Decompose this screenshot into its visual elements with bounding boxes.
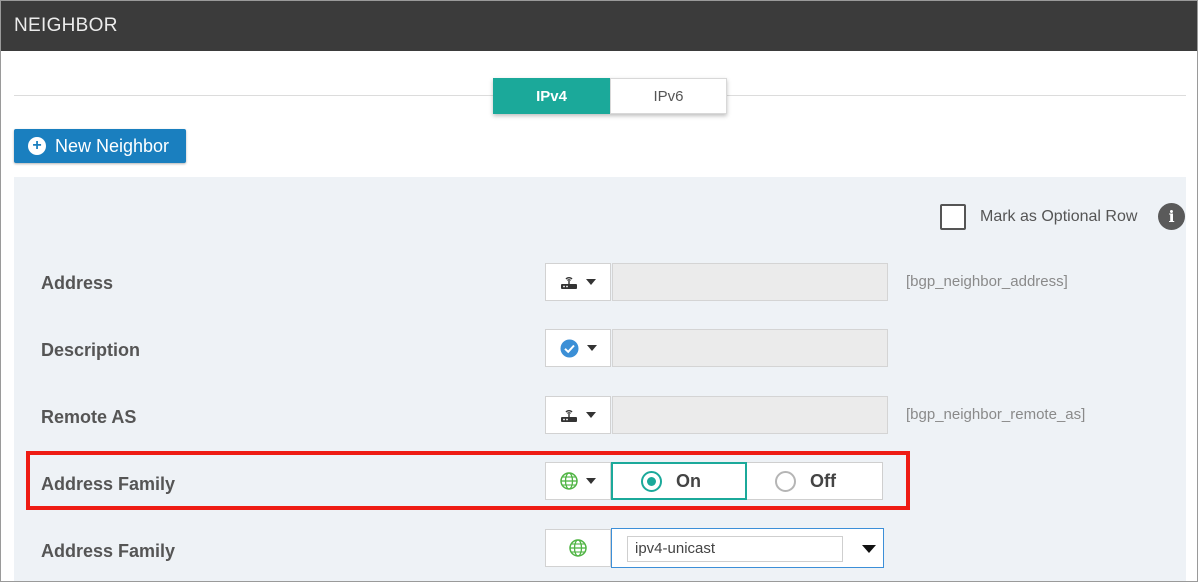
- caret-down-icon: [862, 545, 876, 553]
- tab-ipv6[interactable]: IPv6: [610, 78, 727, 114]
- tab-ipv4[interactable]: IPv4: [493, 78, 610, 114]
- remote-as-input[interactable]: [612, 396, 888, 434]
- chevron-down-icon: [586, 279, 596, 285]
- ip-version-tabs: IPv4 IPv6: [493, 78, 727, 114]
- radio-on-label: On: [676, 470, 701, 491]
- optional-row-checkbox[interactable]: [940, 204, 966, 230]
- remote-as-label: Remote AS: [41, 407, 137, 427]
- address-family-radio-group: On Off: [611, 462, 883, 500]
- optional-row-control: Mark as Optional Row: [940, 204, 1137, 230]
- address-family-select-label: Address Family: [41, 541, 176, 561]
- address-label: Address: [41, 273, 114, 293]
- address-family-type-dropdown[interactable]: [545, 462, 611, 500]
- radio-unselected-icon: [775, 470, 796, 492]
- chevron-down-icon: [586, 412, 596, 418]
- radio-off[interactable]: Off: [747, 462, 883, 500]
- description-input[interactable]: [612, 329, 888, 367]
- check-circle-icon: [560, 339, 578, 357]
- remote-as-variable-hint: [bgp_neighbor_remote_as]: [906, 406, 1086, 423]
- address-type-dropdown[interactable]: [545, 263, 611, 301]
- chevron-down-icon: [586, 345, 597, 351]
- description-type-dropdown[interactable]: [545, 329, 611, 367]
- router-icon: [561, 277, 577, 289]
- description-label: Description: [41, 340, 141, 360]
- address-family-select-value: ipv4-unicast: [627, 536, 843, 562]
- optional-row-label: Mark as Optional Row: [980, 208, 1138, 225]
- section-title: NEIGHBOR: [14, 15, 118, 36]
- address-family-global-indicator: [545, 529, 611, 567]
- neighbor-form-panel: [14, 177, 1186, 581]
- address-family-select[interactable]: ipv4-unicast: [611, 528, 884, 568]
- address-input[interactable]: [612, 263, 888, 301]
- radio-selected-icon: [641, 470, 662, 492]
- address-variable-hint: [bgp_neighbor_address]: [906, 273, 1068, 290]
- new-neighbor-label: New Neighbor: [55, 135, 170, 156]
- chevron-down-icon: [586, 478, 596, 484]
- globe-icon: [569, 539, 587, 557]
- address-family-toggle-label: Address Family: [41, 474, 176, 494]
- info-icon[interactable]: i: [1158, 203, 1185, 230]
- plus-circle-icon: +: [28, 137, 46, 155]
- new-neighbor-button[interactable]: + New Neighbor: [14, 129, 186, 163]
- radio-on[interactable]: On: [611, 462, 747, 500]
- section-header: NEIGHBOR: [1, 1, 1197, 51]
- radio-off-label: Off: [810, 470, 836, 491]
- globe-icon: [560, 472, 578, 490]
- app-window: NEIGHBOR IPv4 IPv6 + New Neighbor Mark a…: [0, 0, 1198, 582]
- remote-as-type-dropdown[interactable]: [545, 396, 611, 434]
- router-icon: [561, 410, 577, 422]
